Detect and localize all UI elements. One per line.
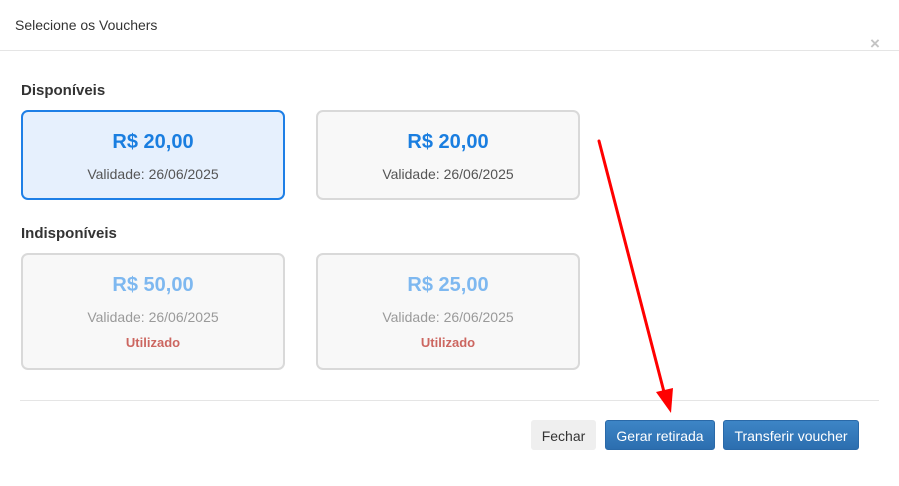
modal-title: Selecione os Vouchers [15, 17, 158, 33]
close-icon[interactable]: × [870, 34, 880, 54]
voucher-amount: R$ 50,00 [112, 274, 194, 296]
footer-divider [20, 400, 879, 401]
transfer-voucher-button[interactable]: Transferir voucher [723, 420, 859, 450]
close-button[interactable]: Fechar [531, 420, 596, 450]
voucher-card-available-1[interactable]: R$ 20,00 Validade: 26/06/2025 [21, 110, 285, 200]
generate-withdrawal-button[interactable]: Gerar retirada [605, 420, 715, 450]
voucher-validity: Validade: 26/06/2025 [382, 166, 514, 182]
voucher-validity: Validade: 26/06/2025 [87, 309, 219, 325]
available-section-title: Disponíveis [21, 82, 106, 99]
voucher-amount: R$ 25,00 [407, 274, 489, 296]
unavailable-section-title: Indisponíveis [21, 225, 117, 242]
voucher-card-unavailable-2: R$ 25,00 Validade: 26/06/2025 Utilizado [316, 253, 580, 370]
voucher-status-badge: Utilizado [125, 335, 181, 350]
voucher-amount: R$ 20,00 [112, 131, 194, 153]
voucher-amount: R$ 20,00 [407, 131, 489, 153]
voucher-validity: Validade: 26/06/2025 [382, 309, 514, 325]
voucher-status-badge: Utilizado [420, 335, 476, 350]
voucher-validity: Validade: 26/06/2025 [87, 166, 219, 182]
modal-header: Selecione os Vouchers × [0, 0, 899, 54]
voucher-card-available-2[interactable]: R$ 20,00 Validade: 26/06/2025 [316, 110, 580, 200]
voucher-modal: Selecione os Vouchers × Disponíveis R$ 2… [0, 0, 899, 486]
voucher-card-unavailable-1: R$ 50,00 Validade: 26/06/2025 Utilizado [21, 253, 285, 370]
red-arrow-annotation-icon [597, 139, 673, 413]
